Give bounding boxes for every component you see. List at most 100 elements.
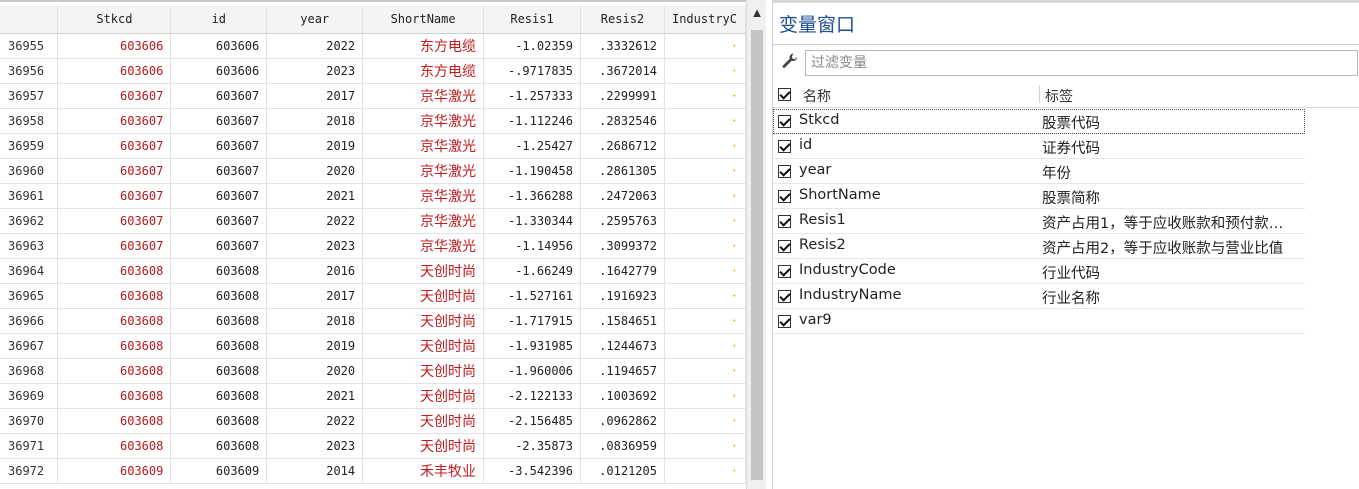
cell-resis1[interactable]: -.9717835 (483, 58, 581, 84)
variable-checkbox[interactable] (778, 190, 791, 203)
table-row[interactable]: 36966 603608 603608 2018 天创时尚 -1.717915.15846… (0, 308, 746, 334)
cell-stkcd[interactable]: 603607 (57, 183, 172, 209)
cell-shortname[interactable]: 京华激光 (362, 208, 485, 234)
cell-industrycode[interactable]: · (664, 433, 746, 459)
column-header-stkcd[interactable]: Stkcd (57, 6, 172, 34)
cell-resis1[interactable]: -1.14956 (483, 233, 581, 259)
cell-resis2[interactable]: .1642779 (580, 258, 665, 284)
cell-industrycode[interactable]: · (664, 383, 746, 409)
table-row[interactable]: 36969 603608 603608 2021 天创时尚 -2.122133.10036… (0, 383, 746, 409)
cell-shortname[interactable]: 天创时尚 (362, 308, 485, 334)
cell-id[interactable]: 603607 (170, 208, 268, 234)
column-header-industrycode[interactable]: IndustryC (664, 6, 746, 34)
cell-stkcd[interactable]: 603607 (57, 108, 172, 134)
cell-stkcd[interactable]: 603609 (57, 458, 172, 484)
cell-industrycode[interactable]: · (664, 108, 746, 134)
cell-id[interactable]: 603607 (170, 233, 268, 259)
cell-stkcd[interactable]: 603608 (57, 308, 172, 334)
cell-resis1[interactable]: -1.717915 (483, 308, 581, 334)
variable-row-var9[interactable]: var9 (773, 309, 1305, 334)
cell-id[interactable]: 603607 (170, 183, 268, 209)
cell-stkcd[interactable]: 603607 (57, 133, 172, 159)
cell-stkcd[interactable]: 603607 (57, 233, 172, 259)
cell-industrycode[interactable]: · (664, 358, 746, 384)
cell-resis2[interactable]: .2299991 (580, 83, 665, 109)
cell-industrycode[interactable]: · (664, 158, 746, 184)
row-number[interactable]: 36957 (0, 83, 59, 109)
cell-shortname[interactable]: 京华激光 (362, 133, 485, 159)
cell-stkcd[interactable]: 603608 (57, 408, 172, 434)
cell-resis1[interactable]: -1.330344 (483, 208, 581, 234)
cell-resis1[interactable]: -2.35873 (483, 433, 581, 459)
cell-industrycode[interactable]: · (664, 183, 746, 209)
cell-industrycode[interactable]: · (664, 458, 746, 484)
cell-year[interactable]: 2022 (266, 408, 364, 434)
table-row[interactable]: 36955 603606 603606 2022 东方电缆 -1.02359.333261… (0, 33, 746, 59)
cell-id[interactable]: 603606 (170, 58, 268, 84)
variable-checkbox[interactable] (778, 165, 791, 178)
cell-resis1[interactable]: -1.02359 (483, 33, 581, 59)
cell-stkcd[interactable]: 603607 (57, 208, 172, 234)
row-number[interactable]: 36967 (0, 333, 59, 359)
cell-resis2[interactable]: .1003692 (580, 383, 665, 409)
variable-row-id[interactable]: id 证券代码 (773, 134, 1305, 159)
cell-resis1[interactable]: -1.190458 (483, 158, 581, 184)
variable-checkbox[interactable] (778, 290, 791, 303)
row-number[interactable]: 36956 (0, 58, 59, 84)
cell-id[interactable]: 603608 (170, 408, 268, 434)
cell-resis1[interactable]: -2.122133 (483, 383, 581, 409)
cell-shortname[interactable]: 京华激光 (362, 233, 485, 259)
scrollbar-thumb[interactable] (751, 30, 763, 480)
row-number[interactable]: 36959 (0, 133, 59, 159)
cell-year[interactable]: 2023 (266, 433, 364, 459)
table-row[interactable]: 36962 603607 603607 2022 京华激光 -1.330344.25957… (0, 208, 746, 234)
cell-id[interactable]: 603606 (170, 33, 268, 59)
column-header-id[interactable]: id (170, 6, 268, 34)
cell-shortname[interactable]: 天创时尚 (362, 258, 485, 284)
cell-id[interactable]: 603608 (170, 433, 268, 459)
cell-id[interactable]: 603608 (170, 283, 268, 309)
variable-checkbox[interactable] (778, 215, 791, 228)
table-row[interactable]: 36968 603608 603608 2020 天创时尚 -1.960006.11946… (0, 358, 746, 384)
row-number[interactable]: 36966 (0, 308, 59, 334)
row-number[interactable]: 36964 (0, 258, 59, 284)
cell-shortname[interactable]: 天创时尚 (362, 333, 485, 359)
table-row[interactable]: 36957 603607 603607 2017 京华激光 -1.257333.22999… (0, 83, 746, 109)
table-row[interactable]: 36959 603607 603607 2019 京华激光 -1.25427.268671… (0, 133, 746, 159)
cell-id[interactable]: 603607 (170, 133, 268, 159)
column-separator[interactable] (1039, 85, 1040, 103)
cell-year[interactable]: 2022 (266, 33, 364, 59)
cell-shortname[interactable]: 禾丰牧业 (362, 458, 485, 484)
cell-year[interactable]: 2023 (266, 233, 364, 259)
cell-id[interactable]: 603608 (170, 358, 268, 384)
variable-row-resis2[interactable]: Resis2 资产占用2，等于应收账款与营业比值 (773, 234, 1305, 259)
cell-industrycode[interactable]: · (664, 33, 746, 59)
cell-shortname[interactable]: 京华激光 (362, 83, 485, 109)
cell-id[interactable]: 603608 (170, 308, 268, 334)
cell-resis1[interactable]: -3.542396 (483, 458, 581, 484)
column-header-label[interactable]: 标签 (1045, 86, 1073, 106)
row-number[interactable]: 36958 (0, 108, 59, 134)
variable-row-industryname[interactable]: IndustryName 行业名称 (773, 284, 1305, 309)
table-row[interactable]: 36967 603608 603608 2019 天创时尚 -1.931985.12446… (0, 333, 746, 359)
cell-resis2[interactable]: .1194657 (580, 358, 665, 384)
cell-id[interactable]: 603607 (170, 108, 268, 134)
cell-shortname[interactable]: 京华激光 (362, 183, 485, 209)
cell-resis2[interactable]: .2686712 (580, 133, 665, 159)
cell-year[interactable]: 2020 (266, 158, 364, 184)
row-number[interactable]: 36969 (0, 383, 59, 409)
cell-year[interactable]: 2021 (266, 383, 364, 409)
row-number[interactable]: 36971 (0, 433, 59, 459)
table-row[interactable]: 36965 603608 603608 2017 天创时尚 -1.527161.19169… (0, 283, 746, 309)
cell-resis2[interactable]: .2595763 (580, 208, 665, 234)
variable-row-stkcd[interactable]: Stkcd 股票代码 (773, 109, 1305, 134)
cell-resis2[interactable]: .0836959 (580, 433, 665, 459)
row-number[interactable]: 36972 (0, 458, 59, 484)
cell-industrycode[interactable]: · (664, 133, 746, 159)
cell-resis1[interactable]: -2.156485 (483, 408, 581, 434)
cell-id[interactable]: 603608 (170, 258, 268, 284)
cell-stkcd[interactable]: 603608 (57, 433, 172, 459)
variable-checkbox[interactable] (778, 315, 791, 328)
column-header-name[interactable]: 名称 (803, 86, 831, 106)
table-row[interactable]: 36971 603608 603608 2023 天创时尚 -2.35873.083695… (0, 433, 746, 459)
